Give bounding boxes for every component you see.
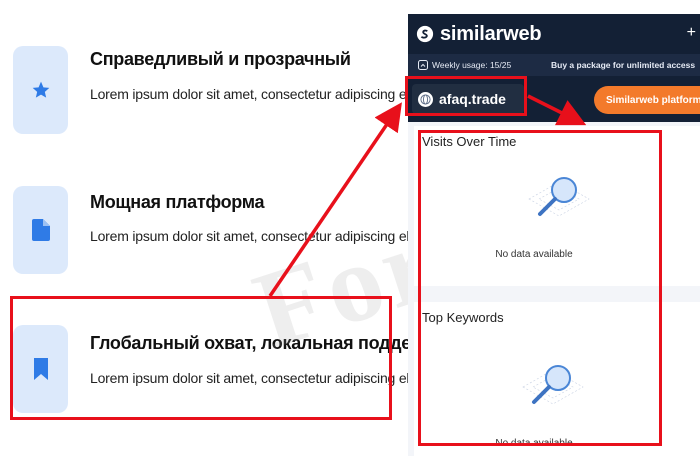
similarweb-platform-button[interactable]: Similarweb platform [594,86,700,114]
star-icon [32,81,49,98]
usage-bar: Weekly usage: 15/25 Buy a package for un… [408,54,700,76]
feature-title: Глобальный охват, локальная поддержка [90,333,453,353]
feature-description: Lorem ipsum dolor sit amet, consectetur … [90,370,420,386]
feature-description: Lorem ipsum dolor sit amet, consectetur … [90,228,420,244]
similarweb-logo-text: similarweb [440,22,542,45]
feature-description: Lorem ipsum dolor sit amet, consectetur … [90,86,420,102]
feature-title: Мощная платформа [90,192,265,212]
card-title: Visits Over Time [422,134,517,149]
magnifier-illustration-icon [528,177,590,217]
no-data-text: No data available [495,249,573,260]
card-title: Top Keywords [422,310,504,325]
no-data-text: No data available [495,438,573,449]
star-icon-tile [13,46,68,134]
bookmark-icon [33,358,48,380]
document-icon [31,219,50,241]
domain-bar: afaq.trade Similarweb platform [408,76,700,122]
domain-name: afaq.trade [439,91,506,107]
magnifier-illustration-icon [522,365,584,405]
gauge-icon [418,60,428,70]
bookmark-icon-tile [13,325,68,413]
top-keywords-card: Top Keywords No data available [414,302,700,456]
similarweb-panel: similarweb + Weekly usage: 15/25 Buy a p… [408,14,700,456]
feature-title: Справедливый и прозрачный [90,49,351,69]
domain-selector[interactable]: afaq.trade [412,84,524,114]
document-icon-tile [13,186,68,274]
close-icon[interactable]: + [687,24,696,42]
arrow-to-domain [268,102,402,297]
weekly-usage-text: Weekly usage: 15/25 [432,60,512,70]
similarweb-header: similarweb + [408,14,700,54]
buy-package-link[interactable]: Buy a package for unlimited access [551,60,695,70]
globe-icon [418,91,433,107]
visits-over-time-card: Visits Over Time No data available [414,126,700,286]
similarweb-logo-icon [416,25,434,43]
